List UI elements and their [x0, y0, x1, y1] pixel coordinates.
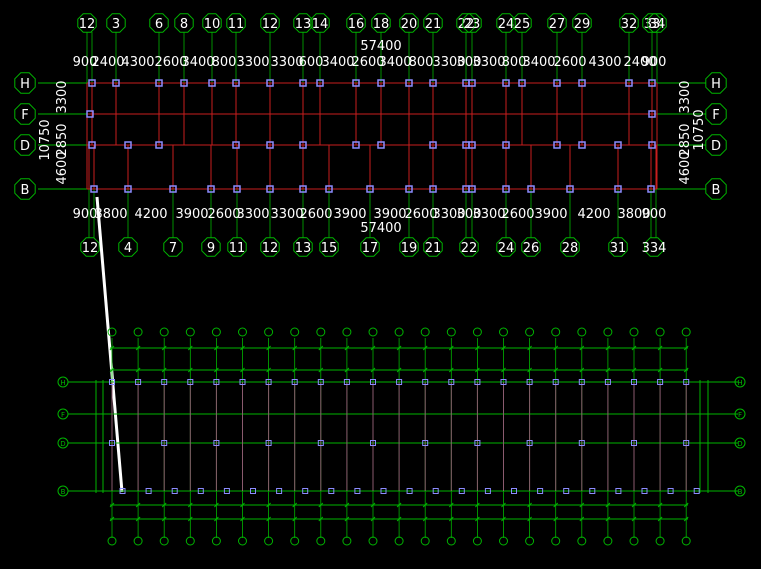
spacing-label-top: 4300 — [588, 55, 621, 70]
axis-bubble-label-bottom: 13 — [295, 241, 312, 256]
overall-dimension-top: 57400 — [360, 39, 401, 54]
axis-bubble-label-bottom: 9 — [207, 241, 215, 256]
axis-bubble-label-bottom: 7 — [169, 241, 177, 256]
axis-bubble-label-bottom: 334 — [642, 241, 667, 256]
axis-bubble-label-bottom: 19 — [401, 241, 418, 256]
axis-bubble-label-top: 20 — [401, 17, 418, 32]
spacing-label-bottom: 3300 — [236, 207, 269, 222]
axis-bubble-label-top: 27 — [549, 17, 566, 32]
row-label-left: B — [21, 183, 30, 198]
axis-bubble-label-top: 34 — [649, 17, 666, 32]
axis-bubble-label-top: 23 — [464, 17, 481, 32]
right-total-dim: 10750 — [692, 109, 707, 150]
axis-bubble-label-top: 10 — [204, 17, 221, 32]
axis-bubble-label-top: 16 — [348, 17, 365, 32]
top-spacing-labels-upper: 90024004300 26003400800 3300 33006003400260… — [73, 55, 667, 70]
spacing-label-top: 800 — [409, 55, 434, 70]
axis-bubble-label-bottom: 12 — [82, 241, 99, 256]
axis-bubble-label-bottom: 21 — [425, 241, 442, 256]
axis-bubble-label-top: 29 — [574, 17, 591, 32]
right-upper-dim: 3300 — [678, 80, 693, 113]
row-label-right: H — [711, 77, 721, 92]
spacing-label-bottom: 3900 — [534, 207, 567, 222]
axis-bubble-label-top: 8 — [180, 17, 188, 32]
spacing-label-bottom: 3900 — [333, 207, 366, 222]
row-label-right: B — [738, 488, 743, 496]
axis-bubble-label-top: 18 — [373, 17, 390, 32]
axis-bubble-label-bottom: 11 — [229, 241, 246, 256]
spacing-label-top: 900 — [642, 55, 667, 70]
row-label-left: D — [60, 440, 65, 448]
spacing-label-top: 4300 — [121, 55, 154, 70]
spacing-label-top: 3400 — [378, 55, 411, 70]
axis-bubble-label-top: 12 — [262, 17, 279, 32]
row-label-right: B — [712, 183, 721, 198]
axis-bubble-label-top: 32 — [621, 17, 638, 32]
row-label-right: D — [737, 440, 742, 448]
right-lower-dim: 4600 — [678, 151, 693, 184]
spacing-label-bottom: 2600 — [501, 207, 534, 222]
spacing-label-top: 3400 — [522, 55, 555, 70]
axis-bubble-label-top: 24 — [498, 17, 515, 32]
spacing-label-bottom: 2600 — [299, 207, 332, 222]
axis-bubble-label-bottom: 26 — [523, 241, 540, 256]
row-label-left: F — [21, 108, 28, 123]
spacing-label-top: 3300 — [472, 55, 505, 70]
axis-bubble-label-top: 13 — [295, 17, 312, 32]
axis-bubble-label-bottom: 24 — [498, 241, 515, 256]
axis-bubble-label-bottom: 17 — [362, 241, 379, 256]
row-label-left: B — [61, 488, 66, 496]
spacing-label-bottom: 4200 — [134, 207, 167, 222]
axis-bubble-label-top: 25 — [514, 17, 531, 32]
row-label-left: H — [20, 77, 30, 92]
row-label-left: H — [60, 379, 65, 387]
axis-bubble-label-top: 3 — [112, 17, 120, 32]
left-total-dim: 10750 — [38, 119, 53, 160]
cad-drawing-canvas[interactable]: 12 3 6 8 10 11 12 13 14 16 18 20 21 2223 24 25 27 29 32 333… — [0, 0, 761, 569]
row-label-left: D — [20, 139, 30, 154]
axis-bubble-label-bottom: 28 — [562, 241, 579, 256]
axis-bubble-label-top: 6 — [155, 17, 163, 32]
spacing-label-top: 600 — [299, 55, 324, 70]
axis-bubble-label-bottom: 4 — [124, 241, 132, 256]
spacing-label-top: 2400 — [91, 55, 124, 70]
axis-bubble-label-bottom: 31 — [610, 241, 627, 256]
axis-bubble-label-top: 21 — [425, 17, 442, 32]
spacing-label-top: 3400 — [181, 55, 214, 70]
row-label-right: F — [712, 108, 719, 123]
row-label-right: D — [711, 139, 721, 154]
spacing-label-top: 2600 — [553, 55, 586, 70]
axis-bubble-label-bottom: 12 — [262, 241, 279, 256]
spacing-label-top: 3400 — [321, 55, 354, 70]
axis-bubble-label-top: 12 — [79, 17, 96, 32]
axis-bubble-label-bottom: 15 — [321, 241, 338, 256]
spacing-label-bottom: 4200 — [577, 207, 610, 222]
spacing-label-bottom: 3900 — [175, 207, 208, 222]
spacing-label-bottom: 3900 — [373, 207, 406, 222]
row-label-right: H — [737, 379, 742, 387]
row-label-right: F — [738, 411, 742, 419]
spacing-label-top: 3300 — [236, 55, 269, 70]
axis-bubble-label-bottom: 22 — [461, 241, 478, 256]
spacing-label-bottom: 900 — [642, 207, 667, 222]
spacing-label-top: 800 — [212, 55, 237, 70]
overall-dimension-bottom: 57400 — [360, 221, 401, 236]
row-label-left: F — [61, 411, 65, 419]
left-lower-dim: 4600 — [55, 151, 70, 184]
left-upper-dim: 3300 — [55, 80, 70, 113]
axis-bubble-label-top: 11 — [228, 17, 245, 32]
axis-bubble-label-top: 14 — [312, 17, 329, 32]
